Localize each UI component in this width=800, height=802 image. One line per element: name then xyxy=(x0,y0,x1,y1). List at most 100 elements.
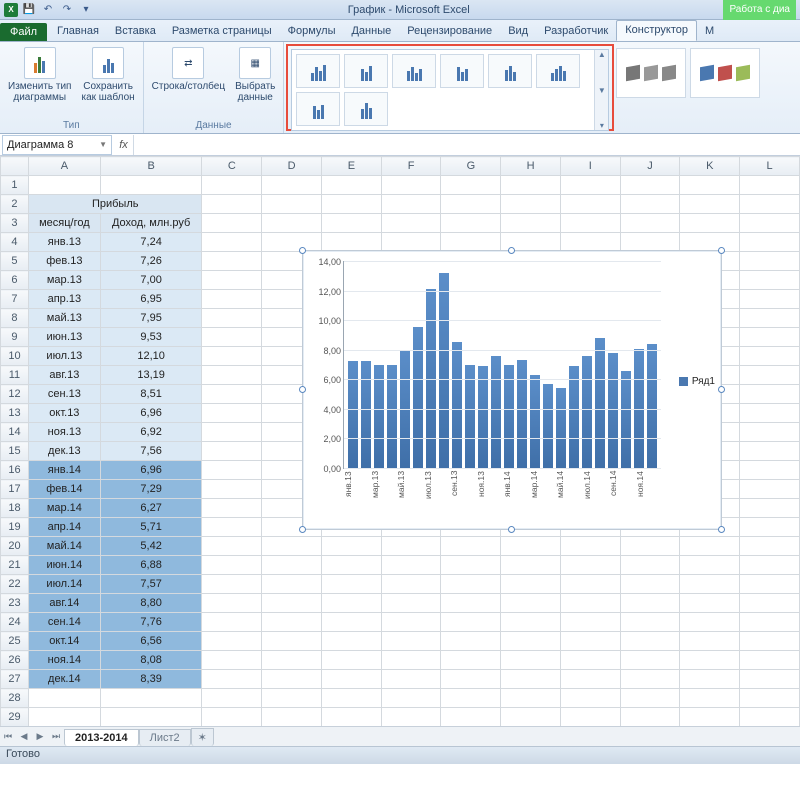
sheet-nav-prev-icon[interactable]: ◀ xyxy=(16,729,32,745)
cell[interactable] xyxy=(740,290,800,309)
tab-file[interactable]: Файл xyxy=(0,23,47,41)
cell[interactable] xyxy=(560,233,620,252)
table-cell-month[interactable]: дек.14 xyxy=(28,670,100,689)
row-header-7[interactable]: 7 xyxy=(1,290,29,309)
tab-7[interactable]: Разработчик xyxy=(536,22,616,41)
qat-customize-icon[interactable]: ▾ xyxy=(78,2,94,18)
cell[interactable] xyxy=(321,708,381,727)
table-cell-value[interactable]: 7,57 xyxy=(100,575,202,594)
cell[interactable] xyxy=(321,651,381,670)
cell[interactable] xyxy=(560,708,620,727)
cell[interactable] xyxy=(262,594,322,613)
cell[interactable] xyxy=(620,613,680,632)
cell[interactable] xyxy=(202,651,262,670)
cell[interactable] xyxy=(100,689,202,708)
cell[interactable] xyxy=(262,651,322,670)
style-preset-2[interactable] xyxy=(690,48,760,98)
cell[interactable] xyxy=(560,176,620,195)
cell[interactable] xyxy=(501,670,561,689)
cell[interactable] xyxy=(501,594,561,613)
table-cell-month[interactable]: май.14 xyxy=(28,537,100,556)
cell[interactable] xyxy=(620,632,680,651)
cell[interactable] xyxy=(202,708,262,727)
table-cell-value[interactable]: 7,00 xyxy=(100,271,202,290)
row-header-19[interactable]: 19 xyxy=(1,518,29,537)
chart-bar[interactable] xyxy=(361,361,371,468)
cell[interactable] xyxy=(28,176,100,195)
cell[interactable] xyxy=(680,689,740,708)
cell[interactable] xyxy=(381,708,441,727)
cell[interactable] xyxy=(381,632,441,651)
chart-layouts-gallery[interactable]: ▲▼▾ xyxy=(291,49,609,131)
cell[interactable] xyxy=(202,594,262,613)
col-header-C[interactable]: C xyxy=(202,157,262,176)
chart-bar[interactable] xyxy=(647,344,657,468)
col-header-F[interactable]: F xyxy=(381,157,441,176)
resize-handle-se[interactable] xyxy=(718,526,725,533)
tab-2[interactable]: Разметка страницы xyxy=(164,22,280,41)
cell[interactable] xyxy=(680,613,740,632)
cell[interactable] xyxy=(202,252,262,271)
cell[interactable] xyxy=(740,518,800,537)
col-header-I[interactable]: I xyxy=(560,157,620,176)
resize-handle-ne[interactable] xyxy=(718,247,725,254)
table-cell-value[interactable]: 12,10 xyxy=(100,347,202,366)
cell[interactable] xyxy=(381,214,441,233)
cell[interactable] xyxy=(321,613,381,632)
cell[interactable] xyxy=(381,176,441,195)
cell[interactable] xyxy=(680,556,740,575)
cell[interactable] xyxy=(740,556,800,575)
table-cell-value[interactable]: 6,96 xyxy=(100,461,202,480)
style-preset-1[interactable] xyxy=(616,48,686,98)
row-header-21[interactable]: 21 xyxy=(1,556,29,575)
cell[interactable] xyxy=(501,651,561,670)
col-header-B[interactable]: B xyxy=(100,157,202,176)
cell[interactable] xyxy=(202,309,262,328)
cell[interactable] xyxy=(560,537,620,556)
cell[interactable] xyxy=(321,214,381,233)
cell[interactable] xyxy=(202,632,262,651)
table-cell-month[interactable]: ноя.13 xyxy=(28,423,100,442)
cell[interactable] xyxy=(740,347,800,366)
col-header-A[interactable]: A xyxy=(28,157,100,176)
table-title[interactable]: Прибыль xyxy=(28,195,202,214)
cell[interactable] xyxy=(381,594,441,613)
layout-thumb-2[interactable] xyxy=(344,54,388,88)
cell[interactable] xyxy=(740,632,800,651)
cell[interactable] xyxy=(680,651,740,670)
row-header-1[interactable]: 1 xyxy=(1,176,29,195)
row-header-27[interactable]: 27 xyxy=(1,670,29,689)
row-header-29[interactable]: 29 xyxy=(1,708,29,727)
chart-bar[interactable] xyxy=(582,356,592,468)
layout-thumb-7[interactable] xyxy=(296,92,340,126)
cell[interactable] xyxy=(202,537,262,556)
save-icon[interactable]: 💾 xyxy=(21,2,37,18)
table-cell-month[interactable]: фев.13 xyxy=(28,252,100,271)
cell[interactable] xyxy=(501,556,561,575)
cell[interactable] xyxy=(441,708,501,727)
cell[interactable] xyxy=(441,689,501,708)
cell[interactable] xyxy=(620,689,680,708)
cell[interactable] xyxy=(680,176,740,195)
table-cell-month[interactable]: май.13 xyxy=(28,309,100,328)
cell[interactable] xyxy=(441,575,501,594)
table-cell-value[interactable]: 6,27 xyxy=(100,499,202,518)
cell[interactable] xyxy=(740,404,800,423)
cell[interactable] xyxy=(100,708,202,727)
table-cell-month[interactable]: июл.13 xyxy=(28,347,100,366)
cell[interactable] xyxy=(740,537,800,556)
new-sheet-button[interactable]: ✶ xyxy=(191,728,214,746)
cell[interactable] xyxy=(202,404,262,423)
cell[interactable] xyxy=(202,214,262,233)
layout-thumb-6[interactable] xyxy=(536,54,580,88)
cell[interactable] xyxy=(441,556,501,575)
chart-bar[interactable] xyxy=(348,361,358,468)
table-cell-month[interactable]: сен.13 xyxy=(28,385,100,404)
table-cell-value[interactable]: 8,39 xyxy=(100,670,202,689)
table-cell-month[interactable]: авг.14 xyxy=(28,594,100,613)
cell[interactable] xyxy=(501,195,561,214)
cell[interactable] xyxy=(620,594,680,613)
cell[interactable] xyxy=(501,176,561,195)
chart-bar[interactable] xyxy=(387,365,397,468)
col-header-L[interactable]: L xyxy=(740,157,800,176)
